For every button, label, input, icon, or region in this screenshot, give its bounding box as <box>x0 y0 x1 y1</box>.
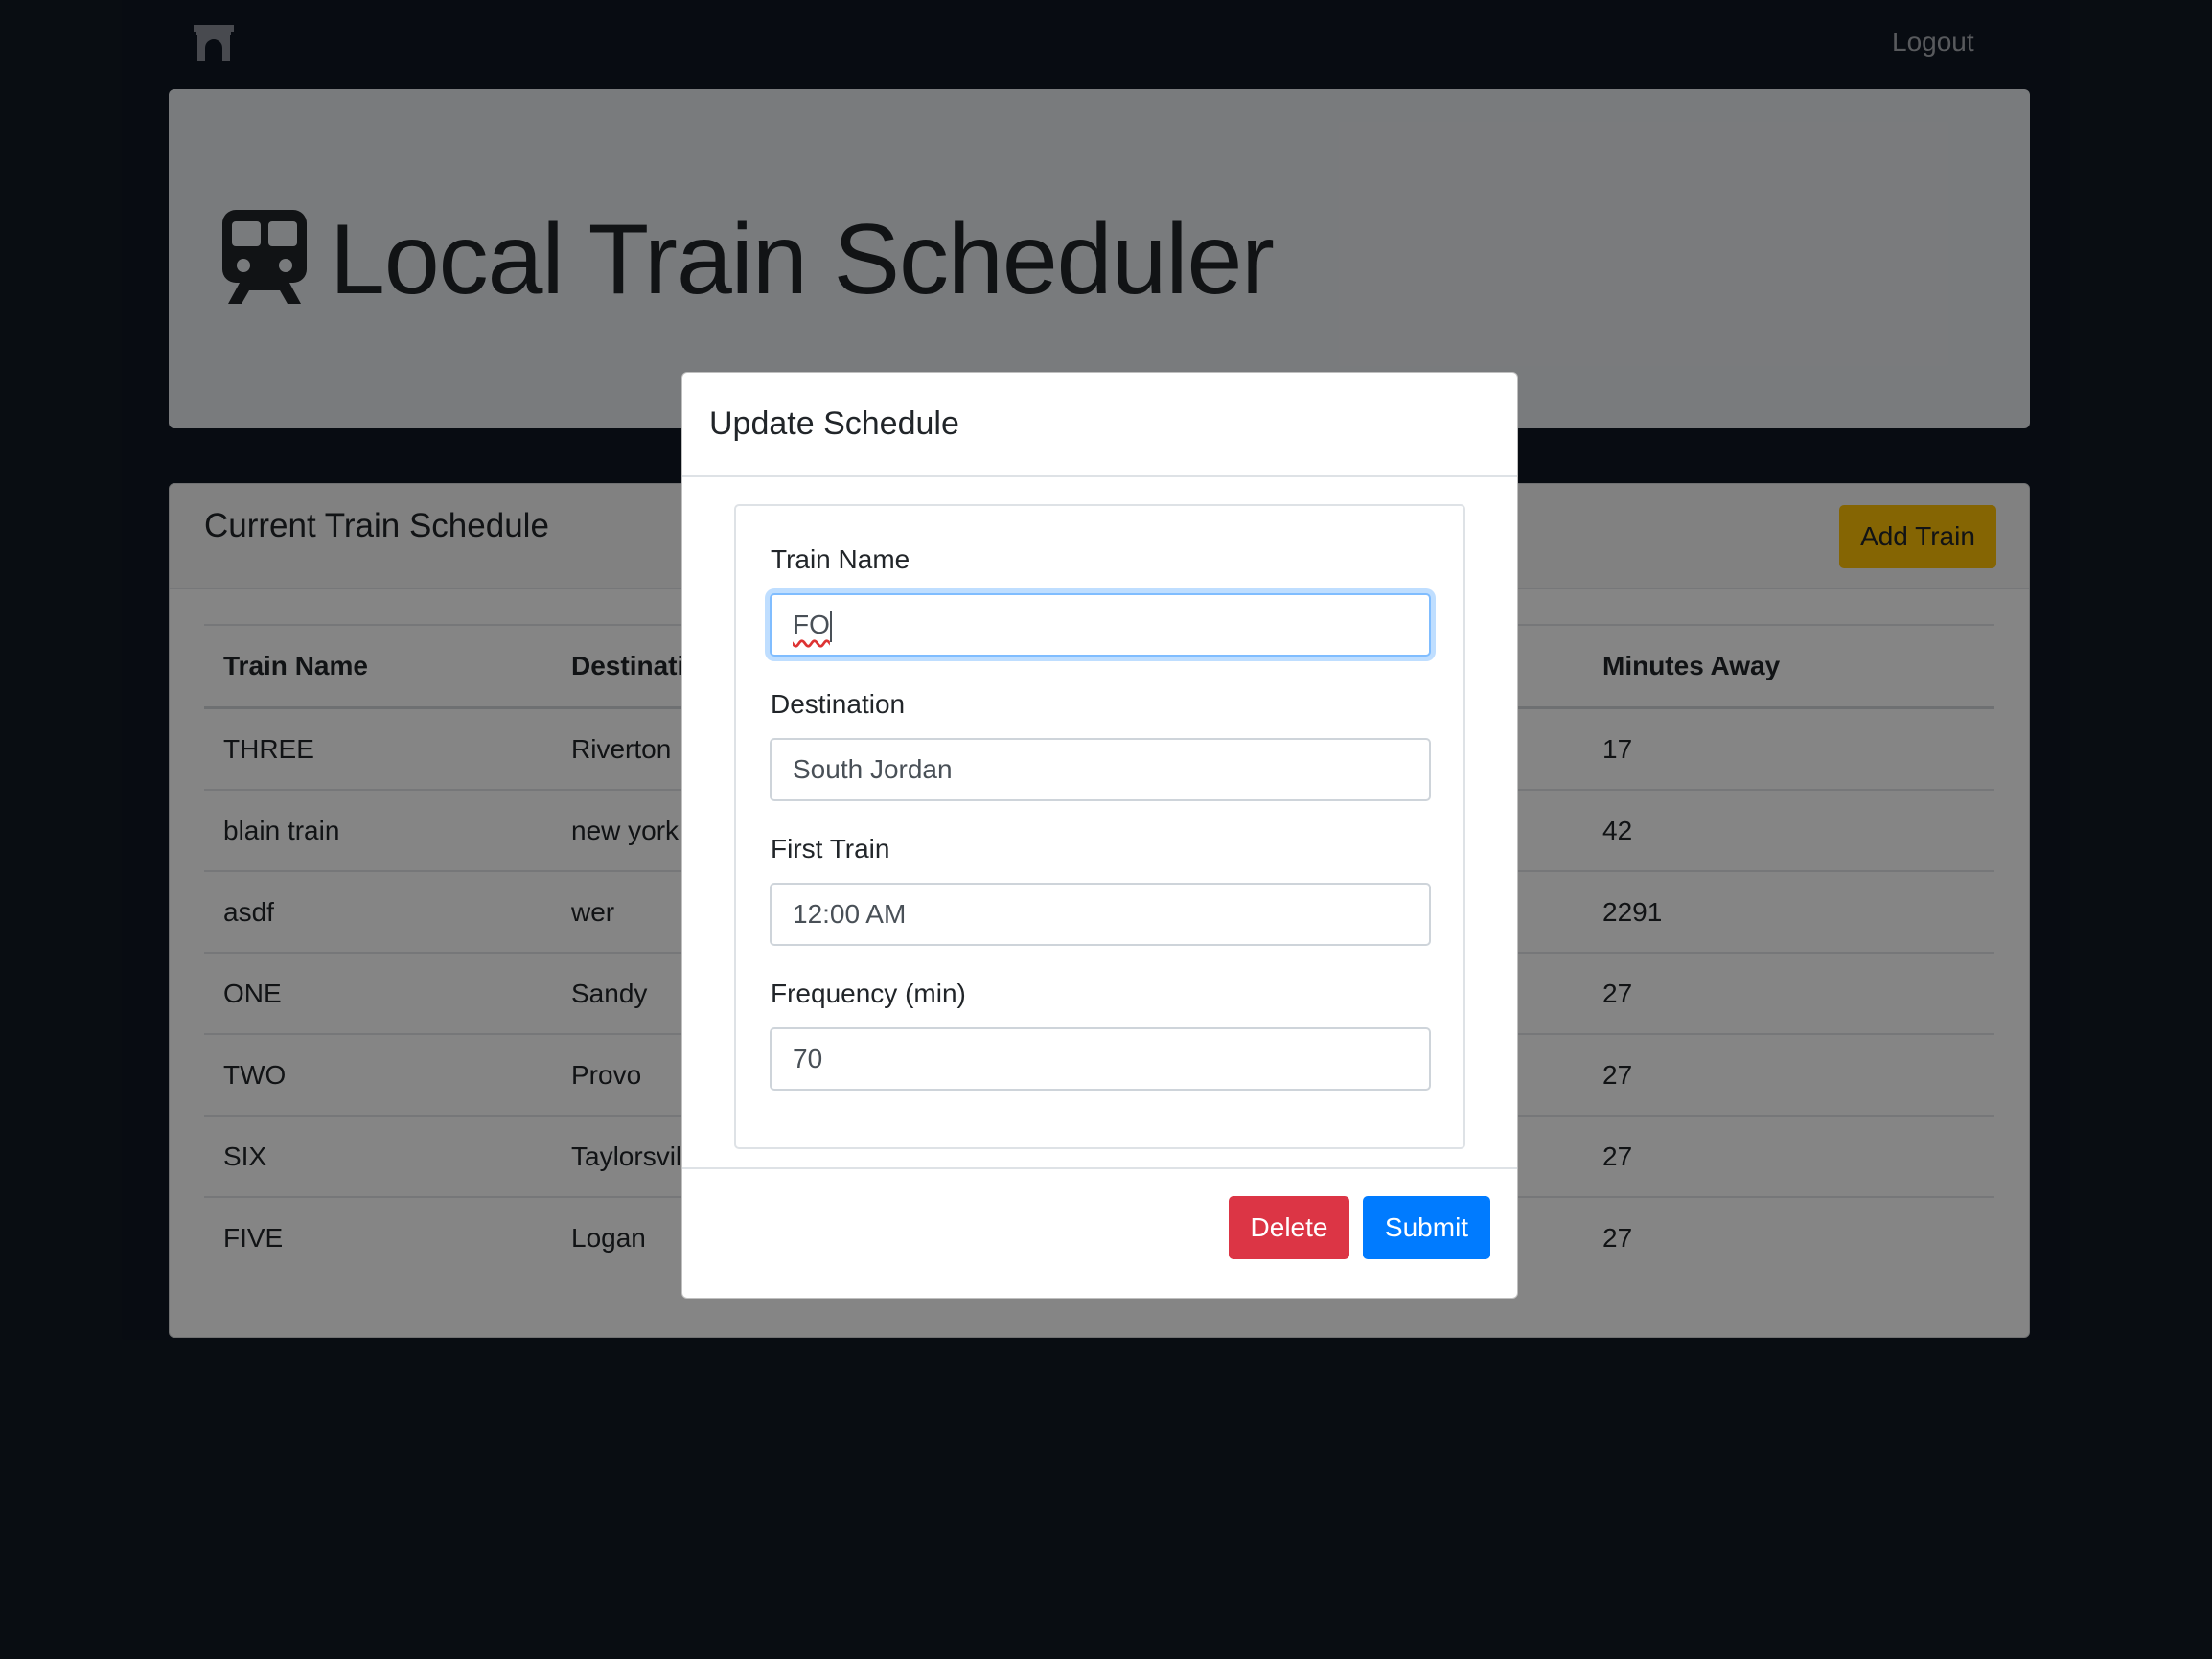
train-name-label: Train Name <box>771 544 910 574</box>
train-name-input[interactable]: FO <box>770 593 1431 657</box>
form-card: Train Name FO Destination First Train Fr… <box>734 504 1465 1149</box>
text-cursor <box>829 611 832 642</box>
modal-footer: Delete Submit <box>682 1167 1517 1298</box>
first-train-input[interactable] <box>770 883 1431 946</box>
modal-header: Update Schedule <box>682 373 1517 477</box>
page: Logout Local Train Scheduler Current Tra… <box>0 0 2212 1659</box>
frequency-input[interactable] <box>770 1027 1431 1091</box>
destination-label: Destination <box>771 689 906 719</box>
train-name-value: FO <box>793 610 830 639</box>
modal-title: Update Schedule <box>709 405 959 442</box>
submit-button[interactable]: Submit <box>1363 1196 1490 1259</box>
delete-button[interactable]: Delete <box>1229 1196 1349 1259</box>
first-train-label: First Train <box>771 834 890 864</box>
frequency-label: Frequency (min) <box>771 979 966 1008</box>
modal-body: Train Name FO Destination First Train Fr… <box>682 477 1517 1167</box>
destination-input[interactable] <box>770 738 1431 801</box>
update-schedule-modal: Update Schedule Train Name FO Destinatio… <box>681 372 1518 1299</box>
